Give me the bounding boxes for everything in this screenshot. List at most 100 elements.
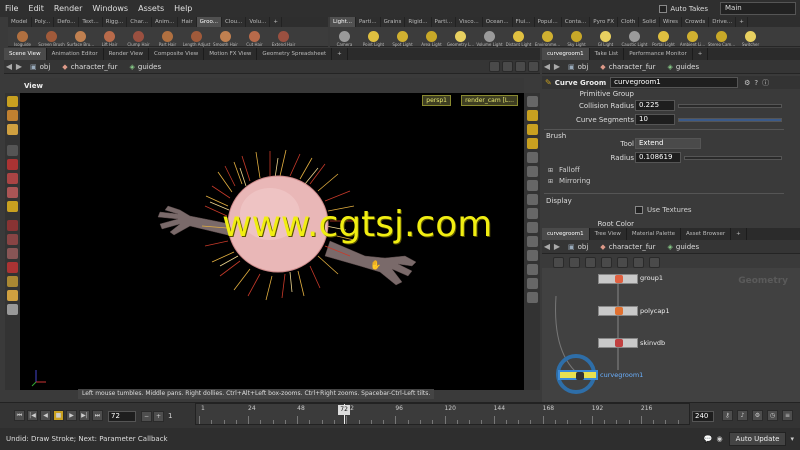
right-shelf-tab[interactable]: Cloth <box>618 17 640 27</box>
add-shelf-icon[interactable]: + <box>270 17 282 27</box>
display-bbox-icon[interactable] <box>526 278 538 289</box>
desktop-select[interactable]: Main <box>720 2 796 15</box>
tab-asset-browser[interactable]: Asset Browser <box>681 228 732 240</box>
tab-take-list[interactable]: Take List <box>590 48 625 60</box>
right-shelf-tab[interactable]: Pyro FX <box>590 17 619 27</box>
menu-file[interactable]: File <box>0 0 23 17</box>
menu-help[interactable]: Help <box>169 0 197 17</box>
display-flipbook-icon[interactable] <box>526 292 538 303</box>
add-tab-icon[interactable]: + <box>731 228 747 240</box>
move-tool-icon[interactable] <box>7 159 18 170</box>
link-icon[interactable] <box>502 61 513 72</box>
right-shelf-tab[interactable]: Solid <box>639 17 660 27</box>
tab-motion-fx-view[interactable]: Motion FX View <box>204 48 258 60</box>
scale-tool-icon[interactable] <box>7 187 18 198</box>
expand-icon[interactable]: ⊞ <box>548 178 553 185</box>
lights-icon[interactable] <box>526 110 538 121</box>
left-shelf-tool[interactable]: Extend Hair <box>269 27 298 47</box>
pointer-icon[interactable] <box>7 145 18 156</box>
auto-takes-checkbox[interactable] <box>659 4 668 13</box>
global-anim-options-icon[interactable]: ⚙ <box>752 410 763 421</box>
right-shelf-tab[interactable]: Crowds <box>682 17 710 27</box>
path-context[interactable]: ▣ obj <box>562 243 594 251</box>
left-shelf-tool[interactable]: Isoguide <box>8 27 37 47</box>
right-shelf-tool[interactable]: Volume Light <box>475 27 504 47</box>
tool-menu[interactable]: Extend <box>635 138 701 149</box>
right-shelf-tab[interactable]: Conta... <box>562 17 591 27</box>
key-icon[interactable]: ⚷ <box>722 410 733 421</box>
left-shelf-tab[interactable]: Rigg... <box>103 17 128 27</box>
update-mode-icon[interactable]: ▾ <box>790 435 794 443</box>
right-shelf-tool[interactable]: Spot Light <box>388 27 417 47</box>
play-reverse-icon[interactable]: ◀ <box>40 410 51 421</box>
tab-network-editor[interactable]: curvegroom1 <box>542 228 590 240</box>
performance-icon[interactable]: ◉ <box>717 435 723 443</box>
left-shelf-tab[interactable]: Char... <box>127 17 152 27</box>
right-shelf-tab[interactable]: Parti... <box>432 17 457 27</box>
end-frame-field[interactable]: 240 <box>692 411 714 422</box>
realtime-icon[interactable]: ◷ <box>767 410 778 421</box>
right-shelf-tab[interactable]: Wires <box>660 17 683 27</box>
left-shelf-tab[interactable]: Volu... <box>246 17 271 27</box>
persp-menu[interactable]: persp1 <box>422 95 451 106</box>
snap-grid-icon[interactable] <box>7 234 18 245</box>
path-node[interactable]: ◈ guides <box>662 243 706 251</box>
path-object[interactable]: ◆ character_fur <box>56 63 123 71</box>
info-icon[interactable]: ⓘ <box>762 78 769 88</box>
prev-key-icon[interactable]: |◀ <box>27 410 38 421</box>
left-shelf-tool[interactable]: Cut Hair <box>240 27 269 47</box>
frame-step-plus-icon[interactable]: + <box>153 411 164 422</box>
view-tool-icon[interactable] <box>7 124 18 135</box>
forward-arrow-icon[interactable]: ▶ <box>552 242 562 252</box>
node-name-field[interactable]: curvegroom1 <box>610 77 739 88</box>
tab-animation-editor[interactable]: Animation Editor <box>47 48 104 60</box>
falloff-folder[interactable]: ⊞ Falloff <box>548 166 580 174</box>
gear-icon[interactable]: ⚙ <box>744 79 750 87</box>
curve-segments-slider[interactable] <box>678 118 782 122</box>
magnet-icon[interactable] <box>7 262 18 273</box>
timeline-menu-icon[interactable]: ≡ <box>782 410 793 421</box>
left-shelf-tool[interactable]: Smooth Hair <box>211 27 240 47</box>
brush-tool-icon[interactable] <box>7 201 18 212</box>
add-tab-icon[interactable]: + <box>693 48 709 60</box>
tab-performance-monitor[interactable]: Performance Monitor <box>624 48 693 60</box>
path-node[interactable]: ◈ guides <box>124 63 168 71</box>
left-shelf-tool[interactable]: Part Hair <box>153 27 182 47</box>
left-shelf-tab[interactable]: Poly... <box>32 17 55 27</box>
right-shelf-tab[interactable]: Light... <box>330 17 356 27</box>
pose-icon[interactable] <box>7 276 18 287</box>
expand-icon[interactable]: ⊞ <box>548 167 553 174</box>
right-shelf-tab[interactable]: Parti... <box>356 17 381 27</box>
display-points-icon[interactable] <box>526 152 538 163</box>
right-shelf-tab[interactable]: Grains <box>381 17 406 27</box>
right-shelf-tool[interactable]: Ambient Li... <box>678 27 707 47</box>
display-guides-icon[interactable] <box>526 264 538 275</box>
right-shelf-tab[interactable]: Drive... <box>709 17 737 27</box>
left-shelf-tool[interactable]: Length Adjust <box>182 27 211 47</box>
handle-tool-icon[interactable] <box>7 110 18 121</box>
auto-takes-toggle[interactable]: Auto Takes <box>659 3 708 14</box>
viewport[interactable]: ✋ <box>20 106 524 390</box>
right-shelf-tool[interactable]: Sky Light <box>562 27 591 47</box>
render-region-icon[interactable] <box>7 290 18 301</box>
path-context[interactable]: ▣ obj <box>562 63 594 71</box>
right-shelf-tool[interactable]: Geometry L... <box>446 27 475 47</box>
mirroring-folder[interactable]: ⊞ Mirroring <box>548 177 590 185</box>
display-ghost-icon[interactable] <box>526 222 538 233</box>
menu-edit[interactable]: Edit <box>23 0 49 17</box>
display-edges-icon[interactable] <box>526 194 538 205</box>
back-arrow-icon[interactable]: ◀ <box>542 242 552 252</box>
forward-arrow-icon[interactable]: ▶ <box>552 62 562 72</box>
right-shelf-tab[interactable]: Popul... <box>535 17 562 27</box>
cap-icon[interactable] <box>7 304 18 315</box>
add-tab-icon[interactable]: + <box>332 48 348 60</box>
curve-segments-field[interactable]: 10 <box>635 114 675 125</box>
display-prims-icon[interactable] <box>526 208 538 219</box>
jump-end-icon[interactable]: ⏭ <box>92 410 103 421</box>
right-shelf-tool[interactable]: Camera <box>330 27 359 47</box>
tab-render-view[interactable]: Render View <box>104 48 150 60</box>
right-shelf-tool[interactable]: Caustic Light <box>620 27 649 47</box>
path-node[interactable]: ◈ guides <box>662 63 706 71</box>
sound-icon[interactable]: ♪ <box>737 410 748 421</box>
display-uv-icon[interactable] <box>526 180 538 191</box>
